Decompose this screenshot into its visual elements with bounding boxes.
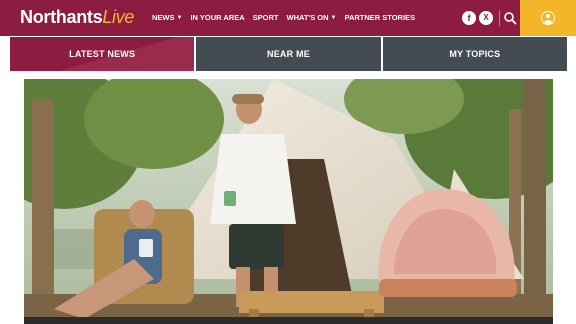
nav-label-in-your-area: IN YOUR AREA xyxy=(190,13,245,22)
nav-item-partner-stories[interactable]: PARTNER STORIES xyxy=(345,13,416,22)
main-nav: NEWS ▼ IN YOUR AREA SPORT WHAT'S ON ▼ PART… xyxy=(152,13,415,22)
tab-my-topics[interactable]: MY TOPICS xyxy=(382,37,567,71)
logo-suffix: Live xyxy=(102,7,135,27)
nav-label-sport: SPORT xyxy=(252,13,279,22)
nav-label-news: NEWS xyxy=(152,13,175,22)
nav-item-sport[interactable]: SPORT xyxy=(253,13,279,22)
account-button[interactable] xyxy=(520,0,576,36)
top-bar: NorthantsLive NEWS ▼ IN YOUR AREA SPORT W… xyxy=(0,0,576,36)
logo-name: Northants xyxy=(20,7,103,27)
hero-photo xyxy=(24,79,553,324)
nav-item-news[interactable]: NEWS ▼ xyxy=(152,13,182,22)
section-tabs: LATEST NEWS NEAR ME MY TOPICS xyxy=(10,37,567,71)
tab-near-me[interactable]: NEAR ME xyxy=(196,37,381,71)
site-logo[interactable]: NorthantsLive xyxy=(20,7,134,28)
search-icon[interactable] xyxy=(503,11,517,25)
nav-label-partner-stories: PARTNER STORIES xyxy=(344,13,416,22)
nav-label-whats-on: WHAT'S ON xyxy=(286,13,329,22)
nav-item-whats-on[interactable]: WHAT'S ON ▼ xyxy=(286,13,336,22)
header-divider xyxy=(499,10,500,26)
x-icon[interactable]: X xyxy=(479,11,493,25)
nav-item-in-your-area[interactable]: IN YOUR AREA xyxy=(190,13,244,22)
hero-image[interactable] xyxy=(24,79,553,324)
chevron-down-icon: ▼ xyxy=(176,14,183,21)
chevron-down-icon: ▼ xyxy=(330,14,337,21)
user-icon xyxy=(541,11,555,25)
facebook-icon[interactable]: f xyxy=(462,11,476,25)
tab-latest-news[interactable]: LATEST NEWS xyxy=(10,37,195,71)
